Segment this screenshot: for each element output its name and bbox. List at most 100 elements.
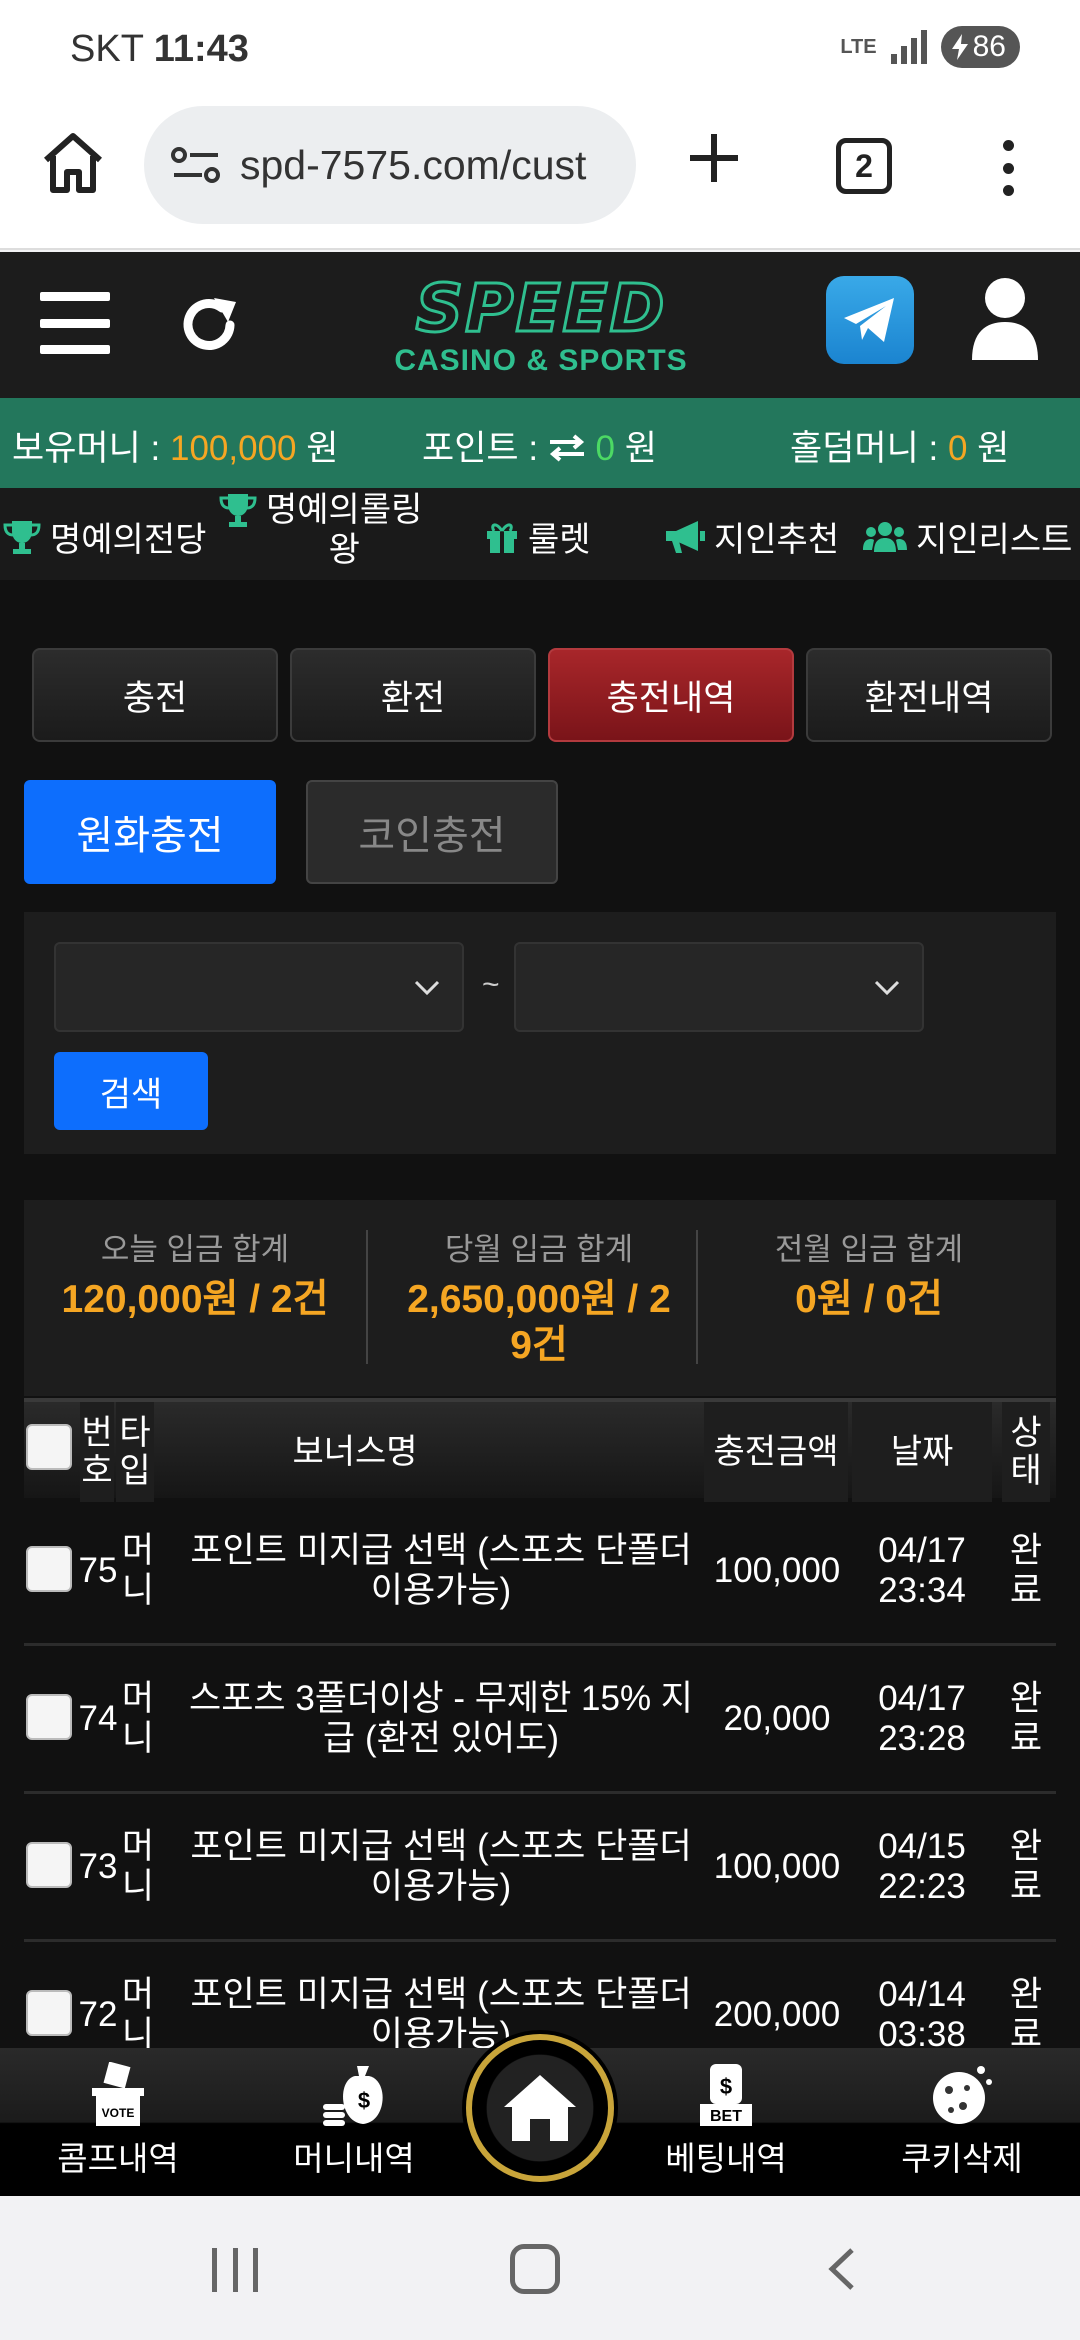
holdem-unit: 원 bbox=[967, 429, 1010, 468]
header-number-line2: 호 bbox=[81, 1452, 113, 1490]
tab-withdraw[interactable]: 환전 bbox=[290, 648, 536, 742]
row-bonus-line2: 급 (환전 있어도) bbox=[323, 1718, 559, 1758]
battery-level: 86 bbox=[972, 30, 1006, 63]
row-number: 73 bbox=[78, 1846, 118, 1886]
money-history-label: 머니내역 bbox=[293, 2140, 415, 2177]
table-row[interactable]: 72 머니 포인트 미지급 선택 (스포츠 단폴더 이용가능) 200,000 0… bbox=[24, 1942, 1056, 2048]
row-amount: 100,000 bbox=[713, 1550, 841, 1590]
clear-cookies-label: 쿠키삭제 bbox=[901, 2140, 1023, 2177]
logo-subtitle: CASINO & SPORTS bbox=[394, 344, 688, 377]
row-status-line2: 료 bbox=[1009, 1718, 1043, 1758]
home-button[interactable] bbox=[466, 2034, 614, 2182]
users-group-icon bbox=[863, 521, 907, 552]
comp-history-label: 콤프내역 bbox=[57, 2140, 179, 2177]
nav-hall-of-fame-label: 명예의전당 bbox=[50, 521, 207, 559]
nav-rolling-king[interactable]: 명예의롤링 왕 bbox=[218, 490, 422, 570]
won-deposit-tab[interactable]: 원화충전 bbox=[24, 780, 276, 884]
url-text[interactable]: spd-7575.com/cust bbox=[240, 142, 620, 189]
betting-history-button[interactable]: $ BET 베팅내역 bbox=[636, 2062, 816, 2180]
row-bonus-line1: 포인트 미지급 선택 (스포츠 단폴더 bbox=[190, 1826, 692, 1866]
row-checkbox[interactable] bbox=[26, 1694, 72, 1740]
row-number: 75 bbox=[78, 1550, 118, 1590]
row-amount: 100,000 bbox=[713, 1846, 841, 1886]
header-type: 타입 bbox=[116, 1402, 154, 1502]
nav-hall-of-fame[interactable]: 명예의전당 bbox=[2, 512, 206, 561]
header-status-line2: 태 bbox=[1010, 1452, 1042, 1490]
megaphone-icon bbox=[666, 520, 705, 553]
user-profile-icon[interactable] bbox=[968, 276, 1042, 360]
table-row[interactable]: 74 머니 스포츠 3폴더이상 - 무제한 15% 지급 (환전 있어도) 20… bbox=[24, 1646, 1056, 1794]
comp-history-button[interactable]: VOTE 콤프내역 bbox=[28, 2062, 208, 2180]
row-bonus-name: 포인트 미지급 선택 (스포츠 단폴더 이용가능) bbox=[158, 1794, 724, 1939]
home-icon bbox=[504, 2075, 576, 2141]
browser-menu-icon[interactable] bbox=[1000, 140, 1016, 196]
tab-deposit-history[interactable]: 충전내역 bbox=[548, 648, 794, 742]
end-date-select[interactable] bbox=[514, 942, 924, 1032]
nav-referral-list[interactable]: 지인리스트 bbox=[862, 512, 1072, 561]
site-settings-icon[interactable] bbox=[170, 145, 222, 185]
header-status-line1: 상 bbox=[1010, 1414, 1042, 1452]
coin-deposit-tab[interactable]: 코인충전 bbox=[306, 780, 558, 884]
system-home-icon[interactable] bbox=[510, 2244, 560, 2294]
status-bar: SKT 11:43 LTE 86 bbox=[0, 0, 1080, 100]
row-bonus-name: 포인트 미지급 선택 (스포츠 단폴더 이용가능) bbox=[158, 1498, 724, 1643]
row-number: 72 bbox=[78, 1994, 118, 2034]
clock: 11:43 bbox=[153, 28, 249, 70]
gift-icon bbox=[487, 523, 517, 553]
row-date: 04/15 22:23 bbox=[852, 1794, 992, 1939]
select-all-checkbox[interactable] bbox=[26, 1424, 72, 1470]
summary-label: 당월 입금 합계 bbox=[444, 1232, 634, 1267]
search-button[interactable]: 검색 bbox=[54, 1052, 208, 1130]
row-bonus-line1: 스포츠 3폴더이상 - 무제한 15% 지 bbox=[189, 1678, 693, 1718]
main-content: 충전 환전 충전내역 환전내역 원화충전 코인충전 ~ 검색 오늘 입금 합계 … bbox=[0, 580, 1080, 2048]
row-status-line2: 료 bbox=[1009, 2014, 1043, 2049]
new-tab-plus-icon[interactable] bbox=[684, 128, 744, 188]
exchange-arrows-icon[interactable] bbox=[548, 434, 586, 462]
tab-withdraw-history[interactable]: 환전내역 bbox=[806, 648, 1052, 742]
summary-value: 120,000원 / 2건 bbox=[61, 1278, 329, 1321]
summary-value: 2,650,000원 / 2 bbox=[407, 1278, 671, 1321]
tab-switcher-button[interactable]: 2 bbox=[836, 138, 892, 194]
row-type: 머니 bbox=[118, 1646, 158, 1791]
telegram-button[interactable] bbox=[826, 276, 914, 364]
betting-history-label: 베팅내역 bbox=[665, 2140, 787, 2177]
points-info[interactable]: 포인트 : 0 원 bbox=[422, 420, 657, 471]
table-row[interactable]: 75 머니 포인트 미지급 선택 (스포츠 단폴더 이용가능) 100,000 0… bbox=[24, 1498, 1056, 1646]
row-type-line2: 니 bbox=[121, 1866, 155, 1906]
browser-home-icon[interactable] bbox=[40, 130, 106, 196]
money-bag-icon: $ bbox=[323, 2066, 383, 2126]
hamburger-menu-icon[interactable] bbox=[40, 292, 110, 354]
row-status: 완료 bbox=[1000, 1794, 1052, 1939]
site-logo[interactable]: SPEED CASINO & SPORTS bbox=[376, 272, 706, 382]
back-icon[interactable] bbox=[822, 2246, 862, 2292]
clear-cookies-button[interactable]: 쿠키삭제 bbox=[872, 2062, 1052, 2180]
refresh-icon[interactable] bbox=[176, 292, 242, 358]
recent-apps-icon[interactable] bbox=[212, 2248, 258, 2292]
row-type: 머니 bbox=[118, 1498, 158, 1643]
row-number: 74 bbox=[78, 1698, 118, 1738]
battery-indicator: 86 bbox=[940, 26, 1020, 68]
row-checkbox[interactable] bbox=[26, 1546, 72, 1592]
nav-roulette[interactable]: 룰렛 bbox=[484, 512, 591, 561]
nav-referral[interactable]: 지인추천 bbox=[664, 512, 839, 561]
bet-slip-icon: $ BET bbox=[700, 2064, 752, 2126]
row-checkbox[interactable] bbox=[26, 1842, 72, 1888]
money-history-button[interactable]: $ 머니내역 bbox=[264, 2062, 444, 2180]
status-carrier-time: SKT 11:43 bbox=[70, 28, 249, 71]
summary-value: 0원 / 0건 bbox=[795, 1278, 943, 1321]
row-type-line1: 머 bbox=[121, 1974, 155, 2014]
row-bonus-name: 포인트 미지급 선택 (스포츠 단폴더 이용가능) bbox=[158, 1942, 724, 2049]
address-bar[interactable]: spd-7575.com/cust bbox=[144, 106, 636, 224]
start-date-select[interactable] bbox=[54, 942, 464, 1032]
header-status: 상태 bbox=[1002, 1402, 1050, 1502]
table-row[interactable]: 73 머니 포인트 미지급 선택 (스포츠 단폴더 이용가능) 100,000 0… bbox=[24, 1794, 1056, 1942]
summary-label: 오늘 입금 합계 bbox=[100, 1232, 290, 1267]
row-bonus-line1: 포인트 미지급 선택 (스포츠 단폴더 bbox=[190, 1530, 692, 1570]
table-header: 번호 타입 보너스명 충전금액 날짜 상태 bbox=[24, 1398, 1056, 1502]
balance-unit: 원 bbox=[296, 429, 339, 468]
row-date-line1: 04/17 bbox=[878, 1530, 966, 1570]
row-amount: 200,000 bbox=[713, 1994, 841, 2034]
row-checkbox[interactable] bbox=[26, 1990, 72, 2036]
trophy-icon bbox=[219, 494, 257, 527]
tab-deposit[interactable]: 충전 bbox=[32, 648, 278, 742]
